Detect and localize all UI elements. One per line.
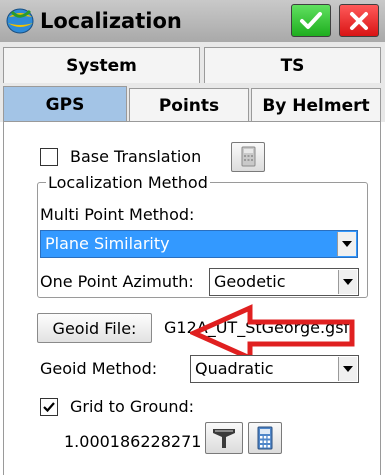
calculator-icon	[232, 146, 264, 175]
geoid-method-value: Quadratic	[195, 359, 274, 378]
tab-points[interactable]: Points	[129, 88, 249, 122]
grid-to-ground-calc-button[interactable]	[248, 422, 282, 454]
tab-ts[interactable]: TS	[204, 47, 381, 83]
title-bar: Localization	[0, 0, 385, 43]
calculator-icon	[249, 426, 281, 457]
multi-point-method-value: Plane Similarity	[45, 234, 170, 253]
base-translation-checkbox[interactable]	[40, 148, 58, 166]
one-point-azimuth-value: Geodetic	[214, 272, 286, 291]
one-point-azimuth-label: One Point Azimuth:	[40, 272, 194, 291]
chevron-down-icon	[338, 270, 357, 294]
globe-app-icon	[6, 7, 36, 35]
tab-gps[interactable]: GPS	[3, 86, 127, 122]
geoid-file-button[interactable]: Geoid File:	[37, 313, 152, 343]
multi-point-method-label: Multi Point Method:	[40, 205, 195, 224]
multi-point-method-select[interactable]: Plane Similarity	[40, 230, 358, 258]
ok-button[interactable]	[291, 4, 331, 37]
grid-to-ground-label: Grid to Ground:	[70, 397, 195, 416]
funnel-icon	[206, 429, 242, 457]
tab-by-helmert[interactable]: By Helmert	[251, 88, 381, 122]
grid-to-ground-filter-button[interactable]	[205, 422, 243, 454]
localization-method-legend: Localization Method	[46, 173, 210, 193]
tab-strip: System TS GPS Points By Helmert	[0, 42, 385, 122]
chevron-down-icon	[337, 232, 356, 256]
tab-system[interactable]: System	[3, 47, 200, 83]
grid-to-ground-value: 1.000186228271	[64, 432, 202, 451]
gps-panel: Base Translation Localization Method Mul…	[3, 121, 381, 475]
close-button[interactable]	[339, 4, 379, 37]
geoid-method-select[interactable]: Quadratic	[190, 355, 359, 383]
chevron-down-icon	[338, 357, 357, 381]
one-point-azimuth-select[interactable]: Geodetic	[209, 268, 359, 296]
geoid-method-label: Geoid Method:	[40, 359, 158, 378]
grid-to-ground-checkbox[interactable]	[40, 398, 58, 416]
base-translation-label: Base Translation	[70, 147, 202, 166]
base-translation-calc-button[interactable]	[231, 142, 265, 172]
window-title: Localization	[40, 9, 182, 33]
